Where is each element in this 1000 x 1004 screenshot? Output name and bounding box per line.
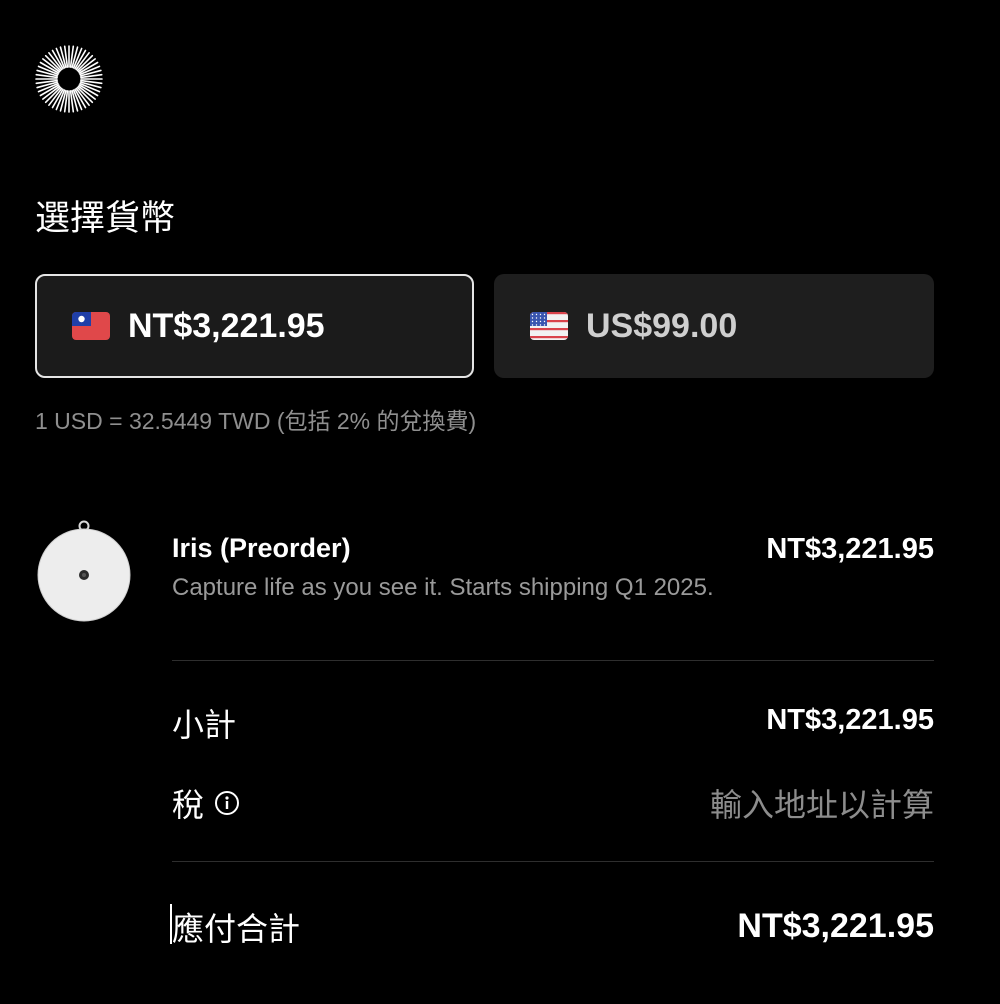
taiwan-flag-icon xyxy=(72,312,110,340)
currency-option-usd[interactable]: US$99.00 xyxy=(494,274,934,378)
product-image xyxy=(36,520,132,622)
info-icon[interactable] xyxy=(214,790,240,816)
total-value: NT$3,221.95 xyxy=(737,907,934,945)
tax-value: 輸入地址以計算 xyxy=(709,786,934,824)
product-description: Capture life as you see it. Starts shipp… xyxy=(172,574,714,601)
tax-label-text: 稅 xyxy=(172,786,205,824)
sunburst-logo-icon xyxy=(35,45,103,113)
currency-option-label: US$99.00 xyxy=(586,306,738,345)
brand-logo xyxy=(34,44,104,114)
subtotal-label: 小計 xyxy=(172,700,236,746)
total-label: 應付合計 xyxy=(172,904,300,950)
total-label-text: 應付合計 xyxy=(172,910,301,948)
subtotal-label-text: 小計 xyxy=(172,706,237,744)
currency-option-label: NT$3,221.95 xyxy=(128,306,325,345)
iris-device-icon xyxy=(37,520,131,622)
subtotal-value: NT$3,221.95 xyxy=(766,704,934,736)
currency-section-title: 選擇貨幣 xyxy=(35,199,176,239)
tax-label: 稅 xyxy=(172,780,240,826)
product-name: Iris (Preorder) xyxy=(172,533,351,563)
divider xyxy=(172,861,934,862)
product-price: NT$3,221.95 xyxy=(766,533,934,565)
divider xyxy=(172,660,934,661)
us-flag-icon xyxy=(530,312,568,340)
currency-option-twd[interactable]: NT$3,221.95 xyxy=(35,274,474,378)
exchange-rate-note: 1 USD = 32.5449 TWD (包括 2% 的兌換費) xyxy=(35,408,477,434)
